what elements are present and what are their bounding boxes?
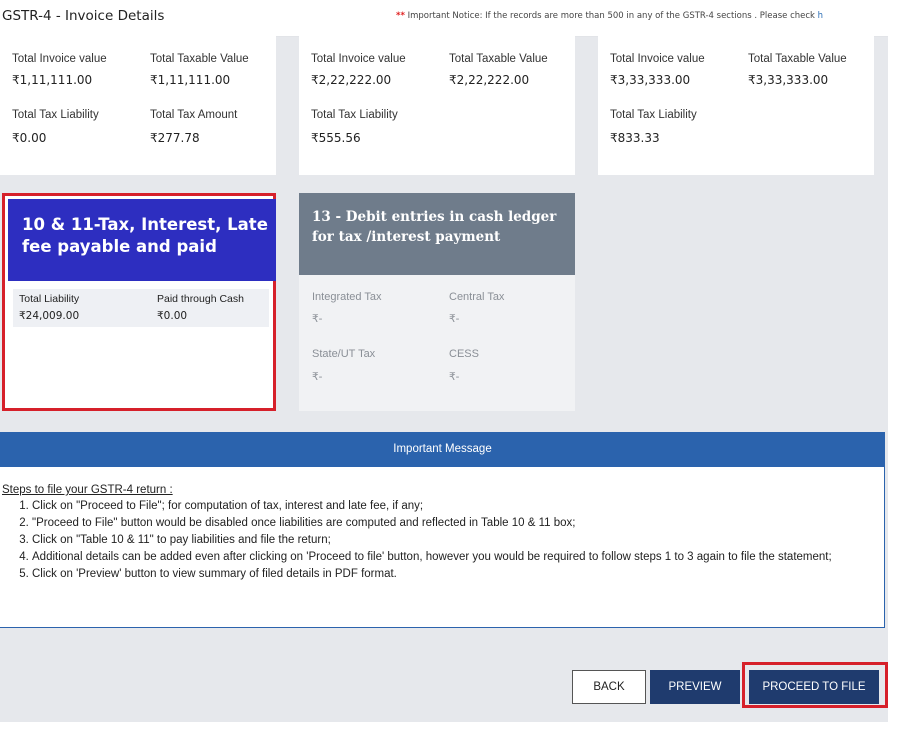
page-header: GSTR-4 - Invoice Details ** Important No… xyxy=(0,0,888,37)
important-message-header: Important Message xyxy=(0,433,885,467)
notice-link[interactable]: h xyxy=(818,11,823,21)
step-item: Click on "Table 10 & 11" to pay liabilit… xyxy=(32,532,872,549)
steps-title: Steps to file your GSTR-4 return : xyxy=(2,484,173,496)
card-value: ₹2,22,222.00 xyxy=(449,73,530,87)
steps-list: Click on "Proceed to File"; for computat… xyxy=(0,498,872,583)
state-tax-label: State/UT Tax xyxy=(312,348,376,360)
card-label: Total Invoice value xyxy=(12,53,107,65)
card-label: Total Invoice value xyxy=(610,53,705,65)
card-label: Total Tax Liability xyxy=(311,109,398,121)
proceed-to-file-button[interactable]: PROCEED TO FILE xyxy=(749,670,879,704)
important-message-title: Important Message xyxy=(393,443,492,455)
central-tax-value: ₹- xyxy=(449,313,460,325)
card-label: Total Tax Amount xyxy=(150,109,238,121)
card-value: ₹277.78 xyxy=(150,131,200,145)
preview-button[interactable]: PREVIEW xyxy=(650,670,740,704)
important-notice: ** Important Notice: If the records are … xyxy=(396,11,888,21)
notice-text: Important Notice: If the records are mor… xyxy=(407,11,815,21)
card-label: Total Tax Liability xyxy=(12,109,99,121)
tile-10-11-header[interactable]: 10 & 11-Tax, Interest, Late fee payable … xyxy=(8,199,276,281)
card-value: ₹1,11,111.00 xyxy=(12,73,93,87)
tile-10-11-title: 10 & 11-Tax, Interest, Late fee payable … xyxy=(22,215,268,256)
page-title: GSTR-4 - Invoice Details xyxy=(2,8,165,24)
step-item: Additional details can be added even aft… xyxy=(32,549,872,566)
card-value: ₹0.00 xyxy=(12,131,47,145)
cess-label: CESS xyxy=(449,348,479,360)
tile-13[interactable]: 13 - Debit entries in cash ledger for ta… xyxy=(299,193,575,411)
tile-10-11-summary: Total Liability ₹24,009.00 Paid through … xyxy=(13,289,269,327)
card-label: Total Invoice value xyxy=(311,53,406,65)
integrated-tax-value: ₹- xyxy=(312,313,323,325)
total-liability-value: ₹24,009.00 xyxy=(19,310,80,322)
card-value: ₹3,33,333.00 xyxy=(610,73,691,87)
central-tax-label: Central Tax xyxy=(449,291,505,303)
integrated-tax-label: Integrated Tax xyxy=(312,291,382,303)
card-label: Total Taxable Value xyxy=(150,53,249,65)
step-item: "Proceed to File" button would be disabl… xyxy=(32,515,872,532)
card-label: Total Taxable Value xyxy=(748,53,847,65)
back-button[interactable]: BACK xyxy=(572,670,646,704)
tile-10-11[interactable]: 10 & 11-Tax, Interest, Late fee payable … xyxy=(2,193,276,411)
card-value: ₹3,33,333.00 xyxy=(748,73,829,87)
tile-13-title: 13 - Debit entries in cash ledger for ta… xyxy=(312,209,557,245)
summary-card-2[interactable]: Total Invoice value ₹2,22,222.00 Total T… xyxy=(299,36,575,175)
card-label: Total Taxable Value xyxy=(449,53,548,65)
card-value: ₹2,22,222.00 xyxy=(311,73,392,87)
paid-cash-label: Paid through Cash xyxy=(157,293,244,305)
summary-card-1[interactable]: Total Invoice value ₹1,11,111.00 Total T… xyxy=(0,36,276,175)
step-item: Click on 'Preview' button to view summar… xyxy=(32,566,872,583)
cess-value: ₹- xyxy=(449,371,460,383)
card-label: Total Tax Liability xyxy=(610,109,697,121)
notice-stars: ** xyxy=(396,11,405,21)
card-value: ₹555.56 xyxy=(311,131,361,145)
tile-13-header[interactable]: 13 - Debit entries in cash ledger for ta… xyxy=(299,193,575,275)
step-item: Click on "Proceed to File"; for computat… xyxy=(32,498,872,515)
card-value: ₹1,11,111.00 xyxy=(150,73,231,87)
state-tax-value: ₹- xyxy=(312,371,323,383)
summary-card-3[interactable]: Total Invoice value ₹3,33,333.00 Total T… xyxy=(598,36,874,175)
paid-cash-value: ₹0.00 xyxy=(157,310,188,322)
total-liability-label: Total Liability xyxy=(19,293,80,305)
card-value: ₹833.33 xyxy=(610,131,660,145)
important-message-panel: Important Message Steps to file your GST… xyxy=(0,432,885,628)
